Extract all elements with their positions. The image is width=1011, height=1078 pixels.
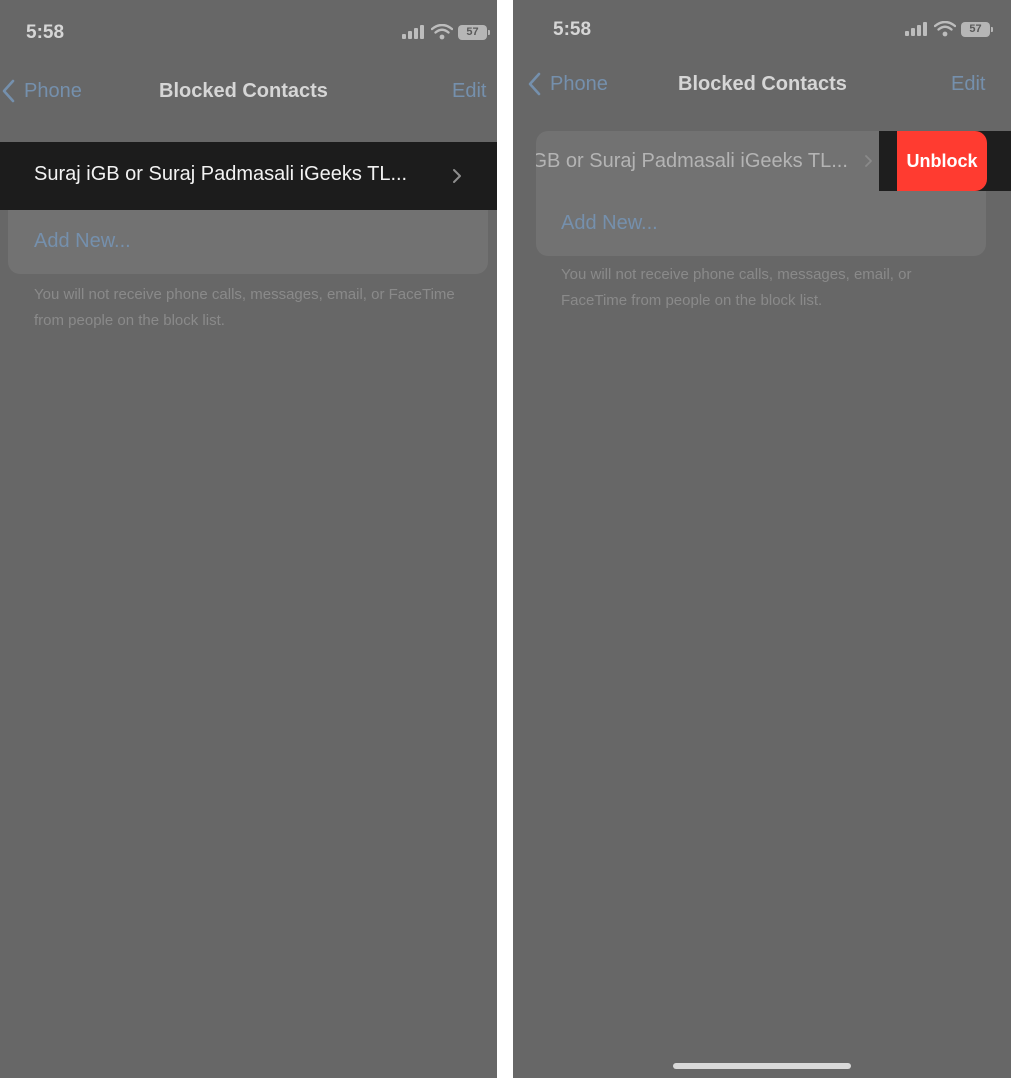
status-icons: 57 — [402, 24, 490, 40]
wifi-icon — [431, 24, 453, 40]
chevron-left-icon — [528, 72, 541, 96]
edit-button[interactable]: Edit — [951, 73, 985, 96]
back-button[interactable]: Phone — [528, 72, 608, 96]
battery-icon: 57 — [458, 24, 490, 40]
edit-button[interactable]: Edit — [452, 80, 486, 103]
left-phone-screen: 5:58 57 Phone Blocked Contacts Edit Add … — [0, 0, 497, 1078]
block-list-footer: You will not receive phone calls, messag… — [561, 266, 912, 309]
contact-name-partial: iGB or Suraj Padmasali iGeeks TL... — [536, 149, 848, 172]
battery-icon: 57 — [961, 21, 993, 37]
add-new-row[interactable]: Add New... — [8, 208, 488, 274]
swipe-action-area: Unblock — [879, 131, 1011, 191]
back-label: Phone — [550, 72, 608, 95]
add-new-row[interactable]: Add New... — [536, 191, 986, 256]
cellular-signal-icon — [905, 22, 927, 36]
unblock-button[interactable]: Unblock — [897, 131, 987, 191]
add-new-button[interactable]: Add New... — [34, 230, 131, 253]
back-label: Phone — [24, 79, 82, 102]
page-title: Blocked Contacts — [159, 80, 328, 102]
blocked-contact-row[interactable]: Suraj iGB or Suraj Padmasali iGeeks TL..… — [0, 142, 497, 210]
chevron-left-icon — [2, 79, 15, 103]
cellular-signal-icon — [402, 25, 424, 39]
status-time: 5:58 — [26, 22, 65, 43]
contact-name: Suraj iGB or Suraj Padmasali iGeeks TL..… — [34, 163, 408, 185]
status-time: 5:58 — [553, 19, 592, 40]
status-icons: 57 — [905, 21, 993, 37]
right-phone-screen: 5:58 57 Phone Blocked Contacts Edit iGB … — [513, 0, 1011, 1078]
block-list-footer: You will not receive phone calls, messag… — [34, 286, 455, 329]
home-indicator[interactable] — [673, 1063, 851, 1069]
back-button[interactable]: Phone — [2, 79, 82, 103]
chevron-right-icon — [865, 155, 872, 167]
wifi-icon — [934, 21, 956, 37]
chevron-right-icon — [453, 169, 461, 183]
add-new-button[interactable]: Add New... — [561, 212, 658, 235]
page-title: Blocked Contacts — [678, 73, 847, 95]
